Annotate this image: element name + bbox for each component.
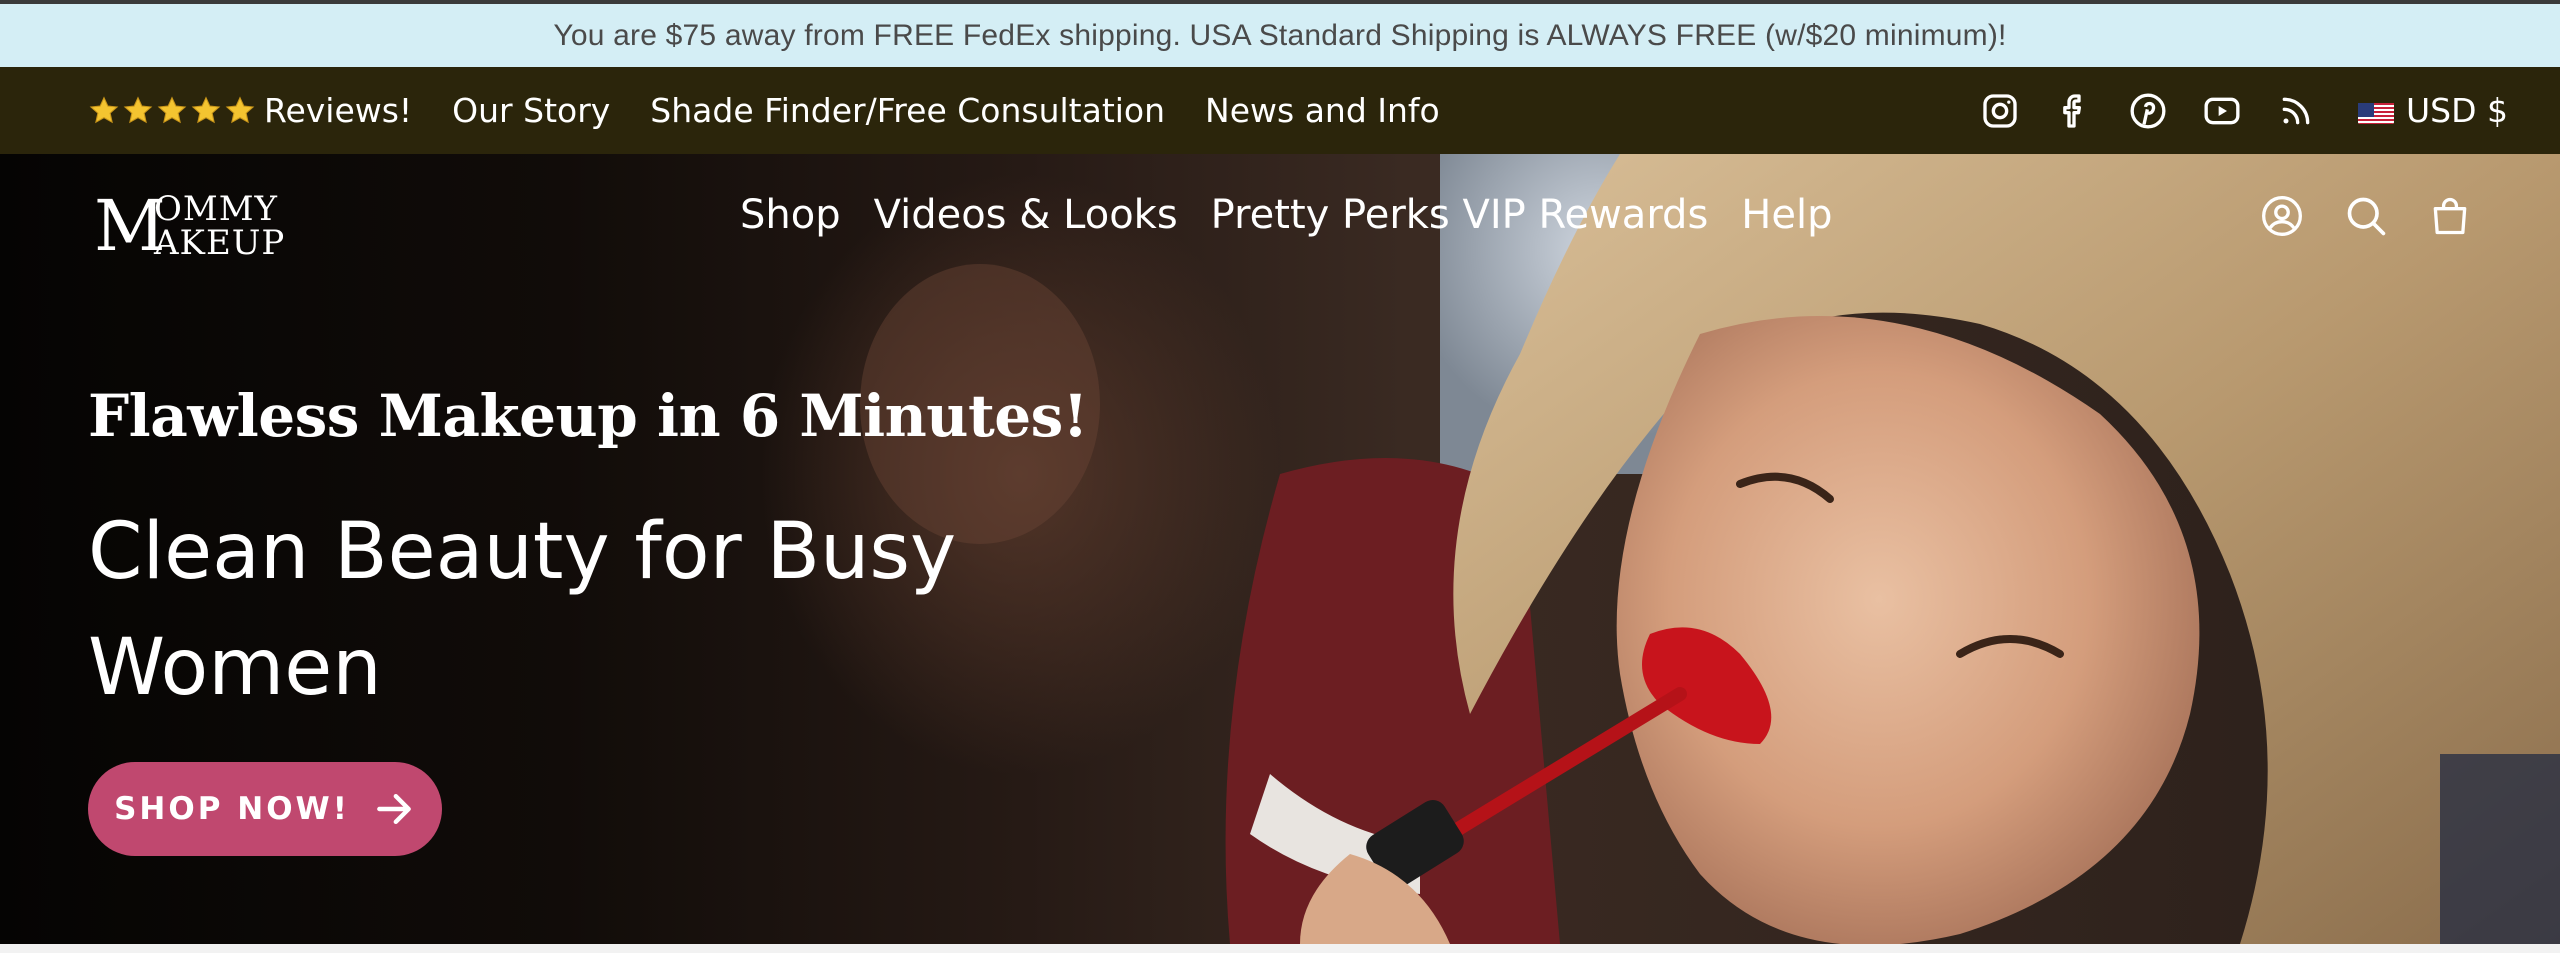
pinterest-icon[interactable] — [2128, 91, 2168, 131]
reviews-label: Reviews! — [264, 91, 413, 130]
nav-shop[interactable]: Shop — [740, 192, 841, 238]
main-navigation: Shop Videos & Looks Pretty Perks VIP Rew… — [740, 192, 1833, 238]
instagram-icon[interactable] — [1980, 91, 2020, 131]
mommy-makeup-logo[interactable]: M OMMY AKEUP — [92, 184, 302, 267]
search-icon[interactable] — [2344, 194, 2388, 238]
shop-now-label: SHOP NOW! — [114, 791, 350, 827]
utility-links: Reviews! Our Story Shade Finder/Free Con… — [88, 67, 1440, 154]
announcement-bar: You are $75 away from FREE FedEx shippin… — [0, 4, 2560, 67]
svg-text:AKEUP: AKEUP — [153, 223, 285, 263]
star-icon — [89, 95, 119, 123]
announcement-text: You are $75 away from FREE FedEx shippin… — [553, 18, 2007, 52]
star-icon — [157, 95, 187, 123]
hero-section: M OMMY AKEUP Shop Videos & Looks Pretty … — [0, 154, 2560, 944]
currency-selector[interactable]: USD $ — [2358, 67, 2508, 154]
star-icon — [191, 95, 221, 123]
account-icon[interactable] — [2260, 194, 2304, 238]
social-links — [1980, 67, 2316, 154]
star-icon — [225, 95, 255, 123]
rss-icon[interactable] — [2276, 91, 2316, 131]
rating-stars — [88, 95, 256, 127]
us-flag-icon — [2358, 98, 2394, 124]
shop-now-button[interactable]: SHOP NOW! — [88, 762, 442, 856]
cart-icon[interactable] — [2428, 194, 2472, 238]
star-icon — [123, 95, 153, 123]
youtube-icon[interactable] — [2202, 91, 2242, 131]
nav-videos-looks[interactable]: Videos & Looks — [874, 192, 1178, 238]
our-story-link[interactable]: Our Story — [452, 91, 610, 130]
utility-bar: Reviews! Our Story Shade Finder/Free Con… — [0, 67, 2560, 154]
arrow-right-icon — [377, 793, 411, 825]
facebook-icon[interactable] — [2054, 91, 2094, 131]
hero-kicker: Flawless Makeup in 6 Minutes! — [88, 382, 1088, 450]
header-actions — [2260, 194, 2472, 238]
nav-pretty-perks-vip-rewards[interactable]: Pretty Perks VIP Rewards — [1211, 192, 1709, 238]
currency-label: USD $ — [2406, 91, 2508, 130]
page-bottom-strip — [0, 944, 2560, 953]
reviews-link[interactable]: Reviews! — [88, 91, 412, 130]
hero-title: Clean Beauty for Busy Women — [88, 507, 957, 713]
nav-help[interactable]: Help — [1741, 192, 1832, 238]
shade-finder-link[interactable]: Shade Finder/Free Consultation — [650, 91, 1165, 130]
news-and-info-link[interactable]: News and Info — [1205, 91, 1440, 130]
